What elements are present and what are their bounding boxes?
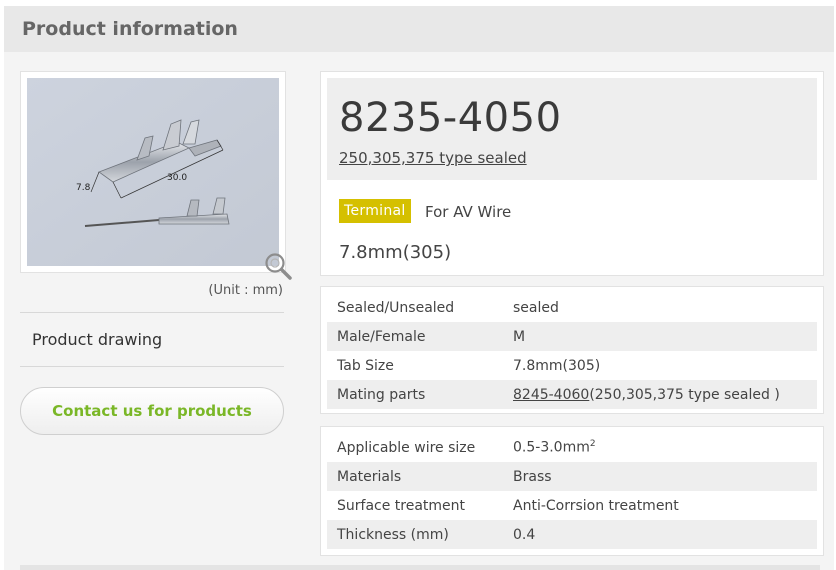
dim-label-length: 30.0 (167, 173, 187, 183)
series-link[interactable]: 250,305,375 type sealed (339, 149, 527, 167)
product-image[interactable]: 7.8 30.0 (27, 78, 279, 266)
spec-row: Sealed/Unsealed sealed (327, 293, 817, 322)
spec-label: Surface treatment (337, 497, 466, 514)
spec-value: 0.4 (513, 526, 536, 543)
section-title: Product information (22, 18, 238, 40)
category-text: For AV Wire (425, 203, 512, 221)
spec-table: Applicable wire size 0.5-3.0mm2 Material… (327, 433, 817, 549)
spec-value: sealed (513, 299, 559, 316)
size-text: 7.8mm(305) (339, 242, 452, 263)
product-summary-card: 8235-4050 250,305,375 type sealed Termin… (320, 71, 824, 276)
spec-value: 0.5-3.0mm2 (513, 439, 817, 456)
contact-button[interactable]: Contact us for products (20, 387, 284, 435)
spec-label: Materials (337, 468, 402, 485)
category-badge: Terminal (339, 199, 411, 223)
spec-label: Tab Size (337, 357, 394, 374)
unit-note: (Unit : mm) (208, 283, 283, 298)
spec-row: Applicable wire size 0.5-3.0mm2 (327, 433, 817, 462)
zoom-icon[interactable] (264, 252, 294, 282)
spec-row: Male/Female M (327, 322, 817, 351)
spec-row: Mating parts 8245-4060(250,305,375 type … (327, 380, 817, 409)
spec-table: Sealed/Unsealed sealed Male/Female M Tab… (327, 293, 817, 409)
divider (20, 312, 284, 313)
spec-value: 7.8mm(305) (513, 357, 601, 374)
product-drawing-link[interactable]: Product drawing (32, 330, 162, 349)
part-number: 8235-4050 (339, 95, 562, 141)
spec-value: Anti-Corrsion treatment (513, 497, 679, 514)
dim-label-width: 7.8 (76, 183, 91, 193)
spec-card-material: Applicable wire size 0.5-3.0mm2 Material… (320, 426, 824, 556)
product-panel: 7.8 30.0 (Unit : mm) Product drawing Con… (4, 52, 834, 570)
spec-label: Thickness (mm) (337, 526, 449, 543)
section-header: Product information (4, 6, 834, 52)
spec-label: Sealed/Unsealed (337, 299, 455, 316)
spec-label: Mating parts (337, 386, 426, 403)
product-image-frame[interactable]: 7.8 30.0 (20, 71, 286, 273)
spec-row: Surface treatment Anti-Corrsion treatmen… (327, 491, 817, 520)
spec-label: Applicable wire size (337, 439, 476, 456)
spec-value: M (513, 328, 526, 345)
spec-row: Materials Brass (327, 462, 817, 491)
divider (20, 366, 284, 367)
spec-label: Male/Female (337, 328, 426, 345)
mating-part-suffix: (250,305,375 type sealed ) (589, 386, 780, 403)
spec-value: 8245-4060(250,305,375 type sealed ) (513, 387, 817, 403)
spec-row: Thickness (mm) 0.4 (327, 520, 817, 549)
title-area: 8235-4050 250,305,375 type sealed (327, 78, 817, 180)
wire-size-value: 0.5-3.0mm (513, 439, 590, 456)
spec-card-basic: Sealed/Unsealed sealed Male/Female M Tab… (320, 286, 824, 414)
wire-size-sup: 2 (589, 439, 596, 450)
spec-value: Brass (513, 468, 552, 485)
spec-row: Tab Size 7.8mm(305) (327, 351, 817, 380)
mating-part-link[interactable]: 8245-4060 (513, 387, 589, 403)
bottom-strip (20, 565, 820, 570)
